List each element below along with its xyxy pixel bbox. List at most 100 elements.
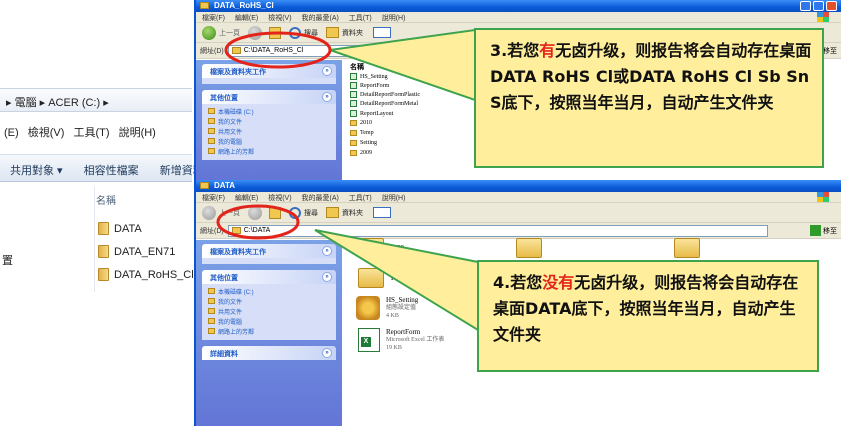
place-my-computer[interactable]: 我的電腦	[208, 136, 330, 146]
other-places-list: 本機磁碟 (C:) 我的文件 共用文件 我的電腦 網路上的芳鄰	[202, 104, 336, 160]
folders-button[interactable]: 資料夾	[342, 28, 363, 38]
menu-favorites[interactable]: 我的最愛(A)	[302, 15, 339, 22]
chevron-icon[interactable]: »	[322, 66, 332, 76]
file-item[interactable]: DetailReportFormPlastic	[350, 91, 420, 98]
back-arrow-icon[interactable]	[202, 205, 216, 220]
file-icon	[350, 82, 357, 89]
share-with-button[interactable]: 共用對象 ▾	[10, 165, 63, 177]
file-item-hs-setting[interactable]: HS_Setting 組態設定值 4 KB	[356, 296, 418, 320]
views-icon[interactable]	[373, 207, 391, 218]
callout-4-highlight: 没有	[542, 273, 575, 292]
compatibility-files-button[interactable]: 相容性檔案	[84, 165, 139, 177]
column-header-name[interactable]: 名稱	[350, 62, 364, 72]
place-shared-documents[interactable]: 共用文件	[208, 126, 330, 136]
file-item-reportform[interactable]: ReportFormMicrosoft Excel 工作表19 KB	[358, 328, 444, 352]
chevron-icon[interactable]: »	[322, 246, 332, 256]
menu-view[interactable]: 檢視(V)	[268, 15, 291, 22]
place-network[interactable]: 網路上的芳鄰	[208, 326, 330, 336]
menu-help[interactable]: 說明(H)	[119, 127, 156, 139]
folder-icon	[350, 130, 357, 136]
file-item[interactable]: ReportLayout	[350, 110, 393, 117]
menu-edit[interactable]: (E)	[4, 127, 19, 139]
forward-arrow-icon[interactable]	[248, 25, 262, 40]
menu-help[interactable]: 說明(H)	[382, 15, 406, 22]
menu-edit[interactable]: 編輯(E)	[235, 15, 258, 22]
column-header-name[interactable]: 名稱	[96, 192, 116, 207]
search-icon[interactable]	[289, 206, 301, 219]
window-title-bar[interactable]: DATA_RoHS_Cl	[196, 0, 841, 12]
file-item[interactable]: ReportForm	[350, 82, 389, 89]
folder-up-icon[interactable]	[269, 26, 281, 39]
minimize-button[interactable]	[800, 1, 811, 11]
menu-tools[interactable]: 工具(T)	[349, 15, 372, 22]
list-item[interactable]: DATA	[98, 222, 142, 235]
back-arrow-icon[interactable]	[202, 25, 216, 40]
folder-item-partial[interactable]	[674, 238, 700, 258]
menu-file[interactable]: 檔案(F)	[202, 195, 225, 202]
go-button[interactable]: 移至	[810, 225, 837, 236]
folder-item[interactable]: 2009	[350, 150, 372, 156]
search-button[interactable]: 搜尋	[304, 208, 318, 218]
chevron-icon[interactable]: »	[322, 348, 332, 358]
drive-icon	[208, 288, 215, 294]
details-header[interactable]: 詳細資料»	[202, 346, 336, 360]
tasks-panel-header[interactable]: 檔案及資料夾工作»	[202, 64, 336, 78]
window-title-bar[interactable]: DATA	[196, 180, 841, 192]
place-my-documents[interactable]: 我的文件	[208, 116, 330, 126]
folder-up-icon[interactable]	[269, 206, 281, 219]
place-my-documents[interactable]: 我的文件	[208, 296, 330, 306]
folder-icon	[98, 222, 109, 235]
menu-tools[interactable]: 工具(T)	[73, 127, 109, 139]
forward-arrow-icon[interactable]	[248, 205, 262, 220]
menu-bar: 檔案(F) 編輯(E) 檢視(V) 我的最愛(A) 工具(T) 說明(H)	[196, 12, 841, 23]
menu-tools[interactable]: 工具(T)	[349, 195, 372, 202]
menu-help[interactable]: 說明(H)	[382, 195, 406, 202]
search-icon[interactable]	[289, 26, 301, 39]
folder-item[interactable]: 2010	[350, 120, 372, 126]
place-local-disk[interactable]: 本機磁碟 (C:)	[208, 106, 330, 116]
drive-icon	[208, 108, 215, 114]
folders-icon[interactable]	[326, 207, 339, 218]
chevron-icon[interactable]: »	[322, 92, 332, 102]
folder-item-temp[interactable]: Temp	[358, 268, 406, 288]
folder-item-2009[interactable]: 2009	[358, 238, 404, 258]
folders-button[interactable]: 資料夾	[342, 208, 363, 218]
other-places-list: 本機磁碟 (C:) 我的文件 共用文件 我的電腦 網路上的芳鄰	[202, 284, 336, 340]
tasks-panel-header[interactable]: 檔案及資料夾工作»	[202, 244, 336, 258]
other-places-header[interactable]: 其他位置»	[202, 90, 336, 104]
menu-bar: 檔案(F) 編輯(E) 檢視(V) 我的最愛(A) 工具(T) 說明(H)	[196, 192, 841, 203]
excel-file-icon	[358, 328, 380, 352]
other-places-header[interactable]: 其他位置»	[202, 270, 336, 284]
folder-item[interactable]: Temp	[350, 130, 374, 136]
folder-icon	[208, 118, 215, 124]
menu-file[interactable]: 檔案(F)	[202, 15, 225, 22]
tasks-panel-body	[202, 78, 336, 84]
menu-view[interactable]: 檢視(V)	[28, 127, 65, 139]
callout-3-highlight: 有	[539, 41, 556, 60]
background-address-bar[interactable]: ▸ 電腦 ▸ ACER (C:) ▸	[0, 88, 192, 112]
menu-view[interactable]: 檢視(V)	[268, 195, 291, 202]
back-button-label[interactable]: 上一頁	[219, 28, 240, 38]
task-pane: 檔案及資料夾工作» 其他位置» 本機磁碟 (C:) 我的文件 共用文件 我的電腦…	[196, 240, 342, 426]
views-icon[interactable]	[373, 27, 391, 38]
maximize-button[interactable]	[813, 1, 824, 11]
close-button[interactable]	[826, 1, 837, 11]
folder-item[interactable]: Setting	[350, 140, 377, 146]
windows-logo-icon	[817, 12, 829, 22]
folder-item-partial[interactable]	[516, 238, 542, 258]
back-button-label[interactable]: 上一頁	[219, 208, 240, 218]
search-button[interactable]: 搜尋	[304, 28, 318, 38]
address-field[interactable]: C:\DATA	[227, 224, 768, 237]
list-item[interactable]: DATA_RoHS_Cl	[98, 268, 194, 281]
menu-favorites[interactable]: 我的最愛(A)	[302, 195, 339, 202]
menu-edit[interactable]: 編輯(E)	[235, 195, 258, 202]
chevron-icon[interactable]: »	[322, 272, 332, 282]
place-my-computer[interactable]: 我的電腦	[208, 316, 330, 326]
file-item[interactable]: DetailReportFormMetal	[350, 100, 418, 107]
place-network[interactable]: 網路上的芳鄰	[208, 146, 330, 156]
place-shared-documents[interactable]: 共用文件	[208, 306, 330, 316]
folders-icon[interactable]	[326, 27, 339, 38]
file-item[interactable]: HS_Setting	[350, 73, 388, 80]
list-item[interactable]: DATA_EN71	[98, 245, 175, 258]
place-local-disk[interactable]: 本機磁碟 (C:)	[208, 286, 330, 296]
